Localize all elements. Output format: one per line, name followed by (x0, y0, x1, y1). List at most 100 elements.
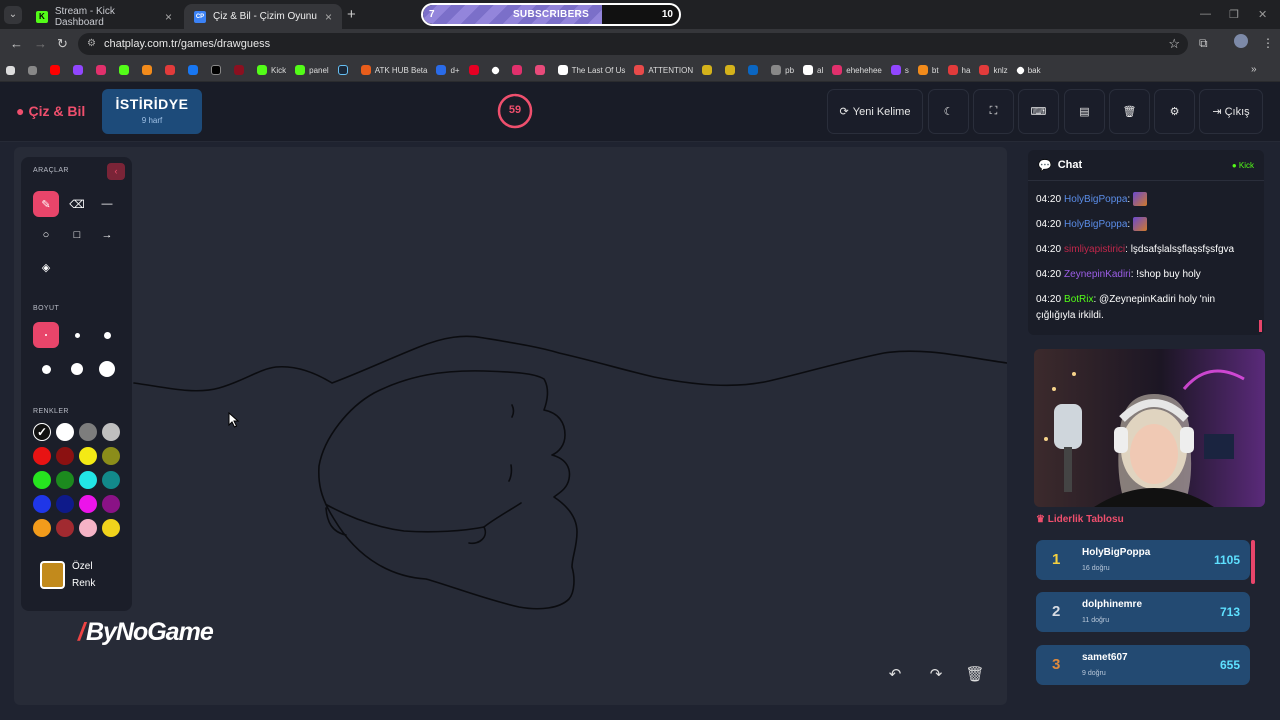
new-tab-plus-icon[interactable]: + (347, 6, 356, 23)
bookmark-darkred-icon[interactable] (234, 65, 248, 75)
collapse-panel-button[interactable]: ‹ (107, 163, 125, 180)
bookmark-knlz-link[interactable]: knlz (979, 65, 1008, 75)
exit-button[interactable]: ⇥ Çıkış (1199, 89, 1263, 134)
size-1-button[interactable] (33, 322, 59, 348)
message-username[interactable]: BotRix (1064, 294, 1093, 305)
leaderboard-scrollbar[interactable] (1251, 540, 1255, 584)
message-username[interactable]: HolyBigPoppa (1064, 219, 1127, 230)
bookmark-dplus-link[interactable]: d+ (436, 65, 460, 75)
bookmark-pb-link[interactable]: pb (771, 65, 794, 75)
arrow-tool-button[interactable]: → (94, 222, 120, 248)
size-2-button[interactable] (64, 322, 90, 348)
undo-button[interactable]: ↶ (880, 659, 910, 689)
color-swatch[interactable] (102, 519, 120, 537)
color-swatch[interactable] (102, 471, 120, 489)
reload-icon[interactable]: ↻ (57, 36, 68, 52)
archive-button[interactable]: ▤ (1064, 89, 1105, 134)
bookmark-atk-link[interactable]: ATK HUB Beta (360, 65, 427, 75)
color-swatch[interactable] (102, 447, 120, 465)
bookmark-attention-link[interactable]: ATTENTION (634, 65, 693, 75)
site-info-icon[interactable]: ⚙ (87, 33, 96, 55)
bookmark-kick-link[interactable]: Kick (257, 65, 286, 75)
color-swatch[interactable] (33, 519, 51, 537)
color-swatch[interactable] (33, 447, 51, 465)
bookmark-pink-icon[interactable] (534, 65, 549, 75)
keyboard-button[interactable]: ⌨ (1018, 89, 1059, 134)
redo-button[interactable]: ↷ (921, 659, 951, 689)
bookmarks-overflow-icon[interactable]: » (1251, 64, 1257, 75)
bookmark-orange-icon[interactable] (142, 65, 156, 75)
message-username[interactable]: ZeynepinKadiri (1064, 269, 1131, 280)
back-arrow-icon[interactable]: ← (10, 36, 23, 51)
fill-tool-button[interactable]: ◈ (33, 254, 59, 280)
settings-button[interactable]: ⚙ (1154, 89, 1195, 134)
minimize-icon[interactable]: — (1200, 8, 1211, 20)
bookmark-steam-icon[interactable] (337, 65, 352, 75)
bookmark-ehehehee-link[interactable]: ehehehee (832, 65, 882, 75)
line-tool-button[interactable]: — (94, 191, 120, 217)
bookmark-al-link[interactable]: al (803, 65, 823, 75)
bookmark-s-link[interactable]: s (890, 65, 909, 75)
size-5-button[interactable] (64, 356, 90, 382)
tab-close-icon[interactable]: × (325, 10, 332, 24)
color-swatch[interactable] (79, 447, 97, 465)
bookmark-kick-icon[interactable] (119, 65, 133, 75)
color-swatch[interactable] (56, 447, 74, 465)
eraser-tool-button[interactable]: ⌫ (64, 191, 90, 217)
color-swatch[interactable] (79, 471, 97, 489)
bookmark-apps-icon[interactable] (6, 65, 19, 75)
color-swatch[interactable] (56, 423, 74, 441)
forward-arrow-icon[interactable]: → (34, 36, 47, 51)
new-word-button[interactable]: ⟳ Yeni Kelime (827, 89, 923, 134)
color-swatch[interactable] (102, 495, 120, 513)
window-close-icon[interactable]: ✕ (1258, 8, 1267, 21)
brush-tool-button[interactable]: ✎ (33, 191, 59, 217)
address-bar[interactable]: ⚙ chatplay.com.tr/games/drawguess ☆ (78, 33, 1188, 55)
rectangle-tool-button[interactable]: □ (64, 222, 90, 248)
bookmark-grid-icon[interactable] (28, 65, 41, 75)
clear-canvas-button[interactable]: 🗑 (960, 659, 990, 689)
bookmark-yellow-icon[interactable] (702, 65, 716, 75)
bookmark-twitch-icon[interactable] (73, 65, 87, 75)
color-swatch[interactable] (56, 495, 74, 513)
bookmark-panel-link[interactable]: panel (295, 65, 329, 75)
size-3-button[interactable] (94, 322, 120, 348)
bookmark-gold-icon[interactable] (725, 65, 739, 75)
chat-scrollbar[interactable] (1259, 320, 1262, 332)
message-username[interactable]: HolyBigPoppa (1064, 194, 1127, 205)
bookmark-red-icon[interactable] (165, 65, 179, 75)
color-swatch[interactable] (102, 423, 120, 441)
tab-kick-dashboard[interactable]: K Stream - Kick Dashboard × (26, 4, 182, 29)
bookmark-x-icon[interactable] (211, 65, 225, 75)
extensions-icon[interactable]: ⧉ (1199, 36, 1208, 51)
color-swatch[interactable] (56, 519, 74, 537)
color-swatch[interactable] (33, 495, 51, 513)
maximize-icon[interactable]: ❐ (1229, 8, 1239, 21)
message-username[interactable]: simliyapistirici (1064, 244, 1125, 255)
bookmark-pinterest-icon[interactable] (468, 65, 483, 75)
size-4-button[interactable] (33, 356, 59, 382)
size-6-button[interactable] (94, 356, 120, 382)
bookmark-diamond-icon[interactable] (490, 65, 503, 75)
bookmark-star-icon[interactable]: ☆ (1168, 33, 1180, 55)
color-swatch[interactable] (56, 471, 74, 489)
tab-ciz-bil[interactable]: CP Çiz & Bil - Çizim Oyunu × (184, 4, 342, 29)
app-logo[interactable]: ● Çiz & Bil (16, 103, 85, 119)
color-swatch[interactable] (79, 519, 97, 537)
color-swatch[interactable] (79, 423, 97, 441)
delete-button[interactable]: 🗑 (1109, 89, 1150, 134)
bookmark-linkedin-icon[interactable] (748, 65, 762, 75)
bookmark-instagram-icon[interactable] (96, 65, 110, 75)
bookmark-ha-link[interactable]: ha (947, 65, 970, 75)
bookmark-bak-link[interactable]: bak (1015, 65, 1041, 75)
color-swatch[interactable] (33, 471, 51, 489)
circle-tool-button[interactable]: ○ (33, 222, 59, 248)
bookmark-facebook-icon[interactable] (188, 65, 202, 75)
custom-color-swatch[interactable] (40, 561, 65, 589)
browser-menu-icon[interactable]: ⋮ (1262, 36, 1274, 50)
color-swatch[interactable] (79, 495, 97, 513)
bookmark-youtube-icon[interactable] (50, 65, 64, 75)
theme-toggle-button[interactable]: ☾ (928, 89, 969, 134)
custom-color-label[interactable]: Özel Renk (72, 558, 95, 592)
bookmark-insta2-icon[interactable] (511, 65, 526, 75)
